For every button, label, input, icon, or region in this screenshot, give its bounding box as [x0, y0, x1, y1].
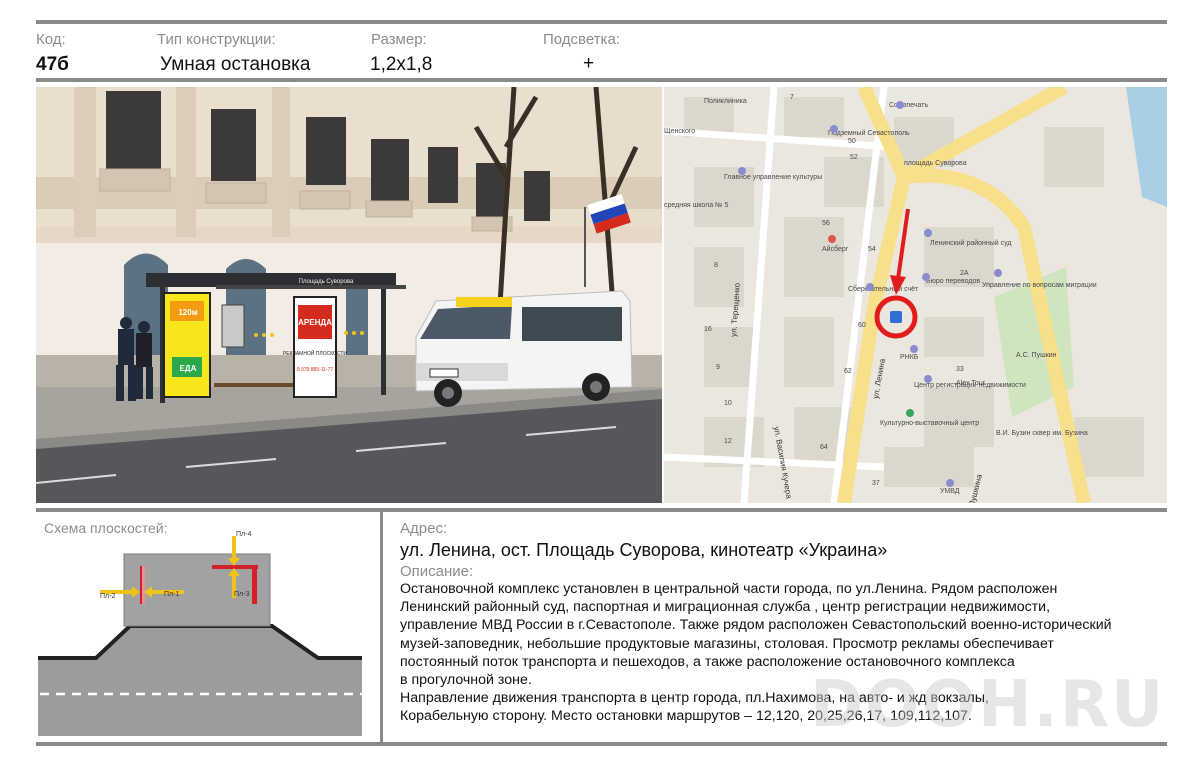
plane-label-3: Пл-3 — [234, 591, 249, 598]
map-label-12: 12 — [724, 438, 732, 445]
map-label-exhibition: Культурно-выставочный центр — [880, 419, 979, 427]
address-label: Адрес: — [400, 520, 448, 537]
map-label-migration: Управление по вопросам миграции — [982, 282, 1097, 289]
description-line: Остановочной комплекс установлен в центр… — [400, 581, 1058, 597]
location-photo: АРЕНДА РЕКЛАМНОЙ ПЛОСКОСТИ 8 978 889-11-… — [36, 87, 662, 503]
plane-label-1: Пл-1 — [164, 591, 179, 598]
poster-right-title: АРЕНДА — [298, 318, 332, 327]
header-rule — [36, 78, 1167, 82]
map-label-pushkin-statue: А.С. Пушкин — [1016, 352, 1057, 359]
description-label: Описание: — [400, 563, 474, 580]
map-label-9: 9 — [716, 364, 720, 371]
light-label: Подсветка: — [543, 31, 620, 48]
map-label-sberbank: Сберегательный счёт — [848, 285, 919, 293]
poster-left-food: ЕДА — [180, 364, 197, 373]
map-label-culture: Главное управление культуры — [724, 174, 822, 181]
map-label-10: 10 — [724, 400, 732, 407]
map-label-shchensky: Щенского — [664, 128, 695, 135]
light-value: + — [583, 53, 595, 74]
map-label-translation: Бюро переводов — [926, 278, 980, 285]
map-label-rnkb: РНКБ — [900, 354, 919, 361]
section-divider — [380, 512, 383, 744]
map-label-court: Ленинский районный суд — [930, 239, 1012, 247]
bus-stop-icon — [890, 311, 902, 323]
map-label-16: 16 — [704, 326, 712, 333]
map-label-64: 64 — [820, 444, 828, 451]
map-label-buzin: В.И. Бузин сквер им. Бузина — [996, 430, 1088, 437]
watermark: DOOH.RU — [810, 668, 1166, 742]
map-label-aysberg: Айсберг — [822, 245, 849, 253]
map-label-suvorov-square: площадь Суворова — [904, 160, 967, 167]
location-map[interactable]: Поликлиника Союзпечать Подземный Севасто… — [664, 87, 1167, 503]
map-label-polyclinic: Поликлиника — [704, 98, 747, 105]
plane-label-4: Пл-4 — [236, 531, 251, 538]
description-line: управление МВД России в г.Севастополе. Т… — [400, 617, 1112, 634]
map-label-8: 8 — [714, 262, 718, 269]
code-label: Код: — [36, 31, 66, 48]
top-rule — [36, 20, 1167, 24]
type-label: Тип конструкции: — [157, 31, 276, 48]
description-line: Ленинский районный суд, паспортная и миг… — [400, 599, 1051, 616]
poster-left-title: 120м — [178, 308, 197, 317]
description-line: музей-заповедник, небольшие продуктовые … — [400, 635, 1054, 652]
map-label-60: 60 — [858, 322, 866, 329]
street-photo-illustration: АРЕНДА РЕКЛАМНОЙ ПЛОСКОСТИ 8 978 889-11-… — [36, 87, 662, 503]
poster-right-sub: РЕКЛАМНОЙ ПЛОСКОСТИ — [283, 349, 347, 357]
map-label-50: 50 — [848, 138, 856, 145]
map-label-54: 54 — [868, 246, 876, 253]
map-label-soyuzpechat: Союзпечать — [889, 102, 928, 109]
poster-right-phone: 8 978 889-11-77 — [297, 367, 334, 373]
map-label-school: средняя школа № 5 — [664, 202, 728, 209]
bottom-rule — [36, 742, 1167, 746]
plane-label-2: Пл-2 — [100, 593, 115, 600]
section-rule — [36, 508, 1167, 512]
map-label-alextour: Alex Tour — [956, 380, 986, 387]
map-illustration: Поликлиника Союзпечать Подземный Севасто… — [664, 87, 1167, 503]
map-label-2a: 2А — [960, 270, 969, 277]
map-label-62: 62 — [844, 368, 852, 375]
map-label-underground: Подземный Севастополь — [828, 129, 910, 137]
type-value: Умная остановка — [160, 54, 311, 75]
map-label-7: 7 — [790, 94, 794, 101]
code-value: 47б — [36, 54, 69, 75]
shelter-sign: Площадь Суворова — [299, 279, 354, 285]
map-label-56: 56 — [822, 220, 830, 227]
map-label-37: 37 — [872, 480, 880, 487]
address-value: ул. Ленина, ост. Площадь Суворова, кинот… — [400, 540, 888, 560]
map-label-33: 33 — [956, 366, 964, 373]
planes-scheme: Пл-1 Пл-2 Пл-3 Пл-4 — [38, 531, 362, 736]
map-label-umvd: УМВД — [940, 488, 960, 495]
map-label-52: 52 — [850, 154, 858, 161]
size-label: Размер: — [371, 31, 427, 48]
size-value: 1,2x1,8 — [370, 54, 433, 75]
